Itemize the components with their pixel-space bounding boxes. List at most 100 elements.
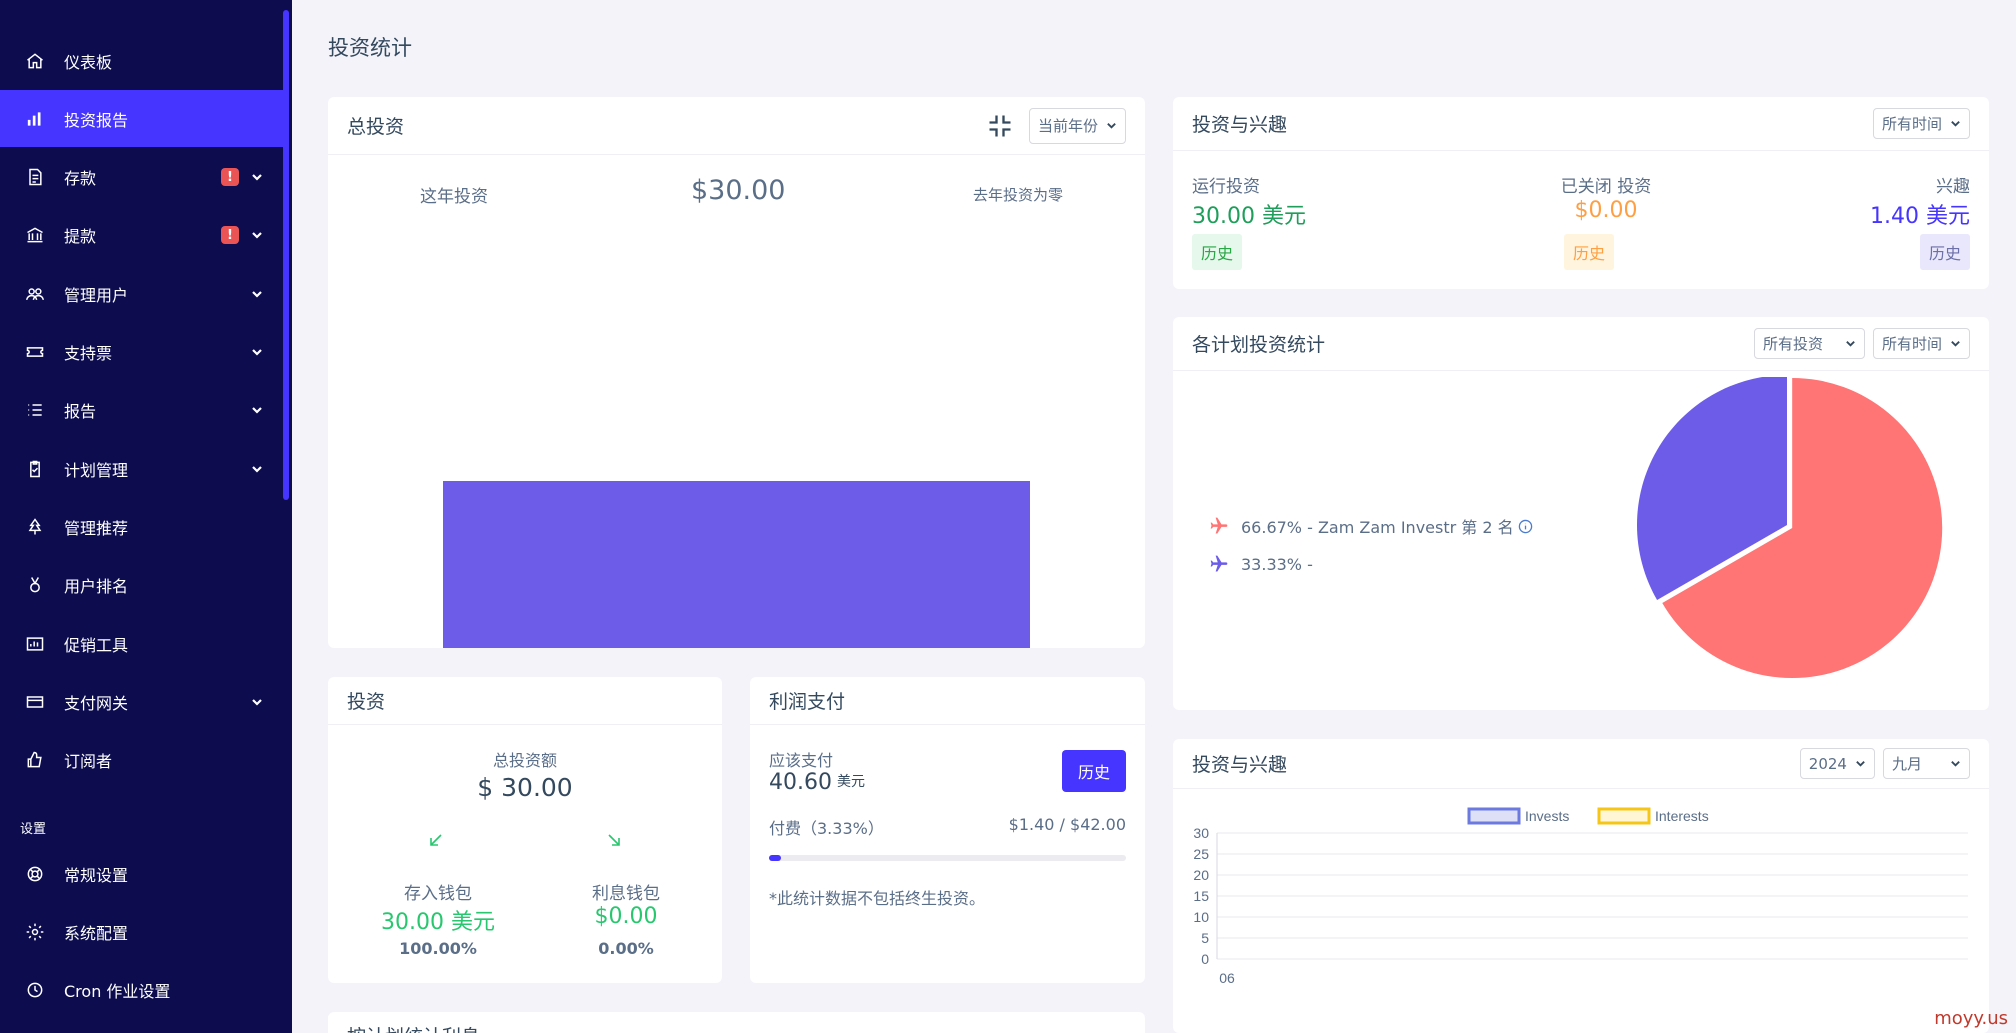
sidebar-item[interactable]: 用户排名 — [0, 557, 283, 614]
interest-label: 兴趣 — [1936, 177, 1970, 197]
interest-wallet-label: 利息钱包 — [592, 884, 660, 904]
sidebar-item[interactable]: 报告 — [0, 382, 283, 439]
chevron-down-icon — [1846, 341, 1855, 347]
sidebar-item-label: 用户排名 — [64, 577, 129, 597]
card-header: 投资 — [328, 677, 722, 725]
sidebar-item[interactable]: 支付网关 — [0, 673, 283, 730]
interest-history-badge[interactable]: 历史 — [1919, 234, 1970, 270]
home-icon — [24, 50, 46, 72]
sidebar-item-label: 管理用户 — [64, 285, 129, 305]
time-select-value: 所有时间 — [1881, 115, 1942, 133]
card-header: 投资与兴趣 2024 九月 — [1173, 739, 1989, 789]
deposit-wallet-pct: 100.00% — [399, 939, 477, 958]
total-investment-value: $ 30.00 — [477, 773, 573, 802]
arrow-down-left-icon — [428, 832, 444, 852]
profit-payment-card: 利润支付 应该支付 40.60 美元 历史 付费（3.33%） $1.40 / … — [750, 677, 1145, 983]
sidebar-item[interactable]: 存款! — [0, 149, 283, 206]
y-tick-label: 25 — [1193, 846, 1209, 862]
compress-icon[interactable] — [985, 111, 1015, 141]
month-select[interactable]: 九月 — [1882, 748, 1970, 779]
y-tick-label: 0 — [1201, 951, 1209, 967]
card-title: 投资 — [347, 691, 386, 713]
settings-item-label: 常规设置 — [64, 865, 129, 885]
card-title: 总投资 — [347, 116, 405, 138]
y-tick-label: 5 — [1201, 930, 1209, 946]
interest-wallet-pct: 0.00% — [598, 939, 654, 958]
legend-label: Interests — [1655, 808, 1709, 824]
gear-icon — [24, 921, 46, 943]
time-select[interactable]: 所有时间 — [1872, 108, 1970, 139]
sidebar-item[interactable]: 仪表板 — [0, 32, 283, 89]
chevron-down-icon — [1107, 123, 1116, 129]
chevron-down-icon — [251, 404, 263, 416]
invest-trend-line-chart: Invests Interests 0 5 10 15 20 25 30 06 — [1193, 807, 1968, 986]
total-investment-card: 总投资 当前年份 这年投资 $30.00 去年投资为零 — [328, 97, 1145, 648]
sidebar-item[interactable]: 管理推荐 — [0, 498, 283, 555]
settings-item[interactable]: 系统配置 — [0, 903, 283, 960]
bar — [443, 481, 1030, 648]
legend-item: 33.33% - — [1209, 545, 1533, 583]
total-amount: $30.00 — [691, 175, 786, 206]
year-select-value: 当前年份 — [1037, 117, 1098, 135]
legend-text: 66.67% - Zam Zam Investr 第 2 名 — [1241, 518, 1514, 537]
investment-select-value: 所有投资 — [1762, 335, 1823, 353]
sidebar-item[interactable]: 投资报告 — [0, 90, 283, 148]
closed-investment-label: 已关闭 投资 — [1560, 177, 1652, 197]
chevron-down-icon — [251, 288, 263, 300]
ticket-icon — [24, 341, 46, 363]
legend-swatch — [1597, 807, 1651, 825]
investment-card: 投资 总投资额 $ 30.00 存入钱包 30.00 美元 100.00% 利息… — [328, 677, 722, 983]
running-history-badge[interactable]: 历史 — [1192, 234, 1243, 270]
x-tick-label: 06 — [1219, 970, 1235, 986]
y-tick-label: 30 — [1193, 825, 1209, 841]
time-select-value: 所有时间 — [1881, 335, 1942, 353]
last-year-note: 去年投资为零 — [973, 186, 1064, 204]
history-button[interactable]: 历史 — [1062, 750, 1126, 792]
chevron-down-icon — [251, 229, 263, 241]
sidebar-item[interactable]: 计划管理 — [0, 440, 283, 497]
alert-badge: ! — [221, 226, 239, 245]
card-title: 投资与兴趣 — [1192, 754, 1288, 776]
watermark: moyy.us — [1934, 1008, 2008, 1029]
chart-box-icon — [24, 633, 46, 655]
due-value: 40.60 — [769, 770, 832, 795]
sidebar-item[interactable]: 提款! — [0, 207, 283, 264]
chevron-down-icon — [1951, 341, 1960, 347]
sidebar-item[interactable]: 支持票 — [0, 324, 283, 381]
deposit-wallet-value: 30.00 美元 — [381, 910, 495, 935]
card-title: 各计划投资统计 — [1192, 334, 1326, 356]
sidebar-item[interactable]: 管理用户 — [0, 265, 283, 322]
due-amount: 40.60 美元 — [769, 770, 865, 795]
closed-history-badge[interactable]: 历史 — [1564, 234, 1615, 270]
clipboard-icon — [24, 458, 46, 480]
plane-icon — [1209, 554, 1231, 574]
sidebar-item-label: 订阅者 — [64, 752, 113, 772]
y-tick-label: 15 — [1193, 888, 1209, 904]
profit-note: *此统计数据不包括终生投资。 — [769, 889, 986, 908]
bank-icon — [24, 224, 46, 246]
sidebar-item[interactable]: 促销工具 — [0, 615, 283, 672]
credit-card-icon — [24, 691, 46, 713]
legend-swatch — [1467, 807, 1521, 825]
clock-icon — [24, 979, 46, 1001]
users-icon — [24, 283, 46, 305]
plan-interest-card: 按计划统计利息 — [328, 1012, 1145, 1033]
investment-select[interactable]: 所有投资 — [1753, 328, 1865, 359]
chevron-down-icon — [1951, 761, 1960, 767]
chevron-down-icon — [1856, 761, 1865, 767]
sidebar-item-label: 促销工具 — [64, 635, 129, 655]
sidebar-scrollbar[interactable] — [283, 10, 289, 500]
sidebar-item[interactable]: 订阅者 — [0, 732, 283, 789]
this-year-label: 这年投资 — [420, 187, 488, 207]
invest-trend-card: 投资与兴趣 2024 九月 Invests Interests 0 5 10 15 20 25… — [1173, 739, 1989, 1033]
info-icon[interactable] — [1518, 519, 1533, 534]
time-select[interactable]: 所有时间 — [1872, 328, 1970, 359]
year-select[interactable]: 当前年份 — [1028, 107, 1126, 144]
year-select[interactable]: 2024 — [1799, 748, 1875, 779]
plane-icon — [1209, 516, 1231, 536]
card-title: 投资与兴趣 — [1192, 114, 1288, 136]
settings-item[interactable]: Cron 作业设置 — [0, 961, 283, 1018]
invest-interest-card: 投资与兴趣 所有时间 运行投资 30.00 美元 历史 已关闭 投资 $0.00… — [1173, 97, 1989, 289]
settings-item[interactable]: 常规设置 — [0, 845, 283, 902]
legend-item: 66.67% - Zam Zam Investr 第 2 名 — [1209, 507, 1533, 545]
